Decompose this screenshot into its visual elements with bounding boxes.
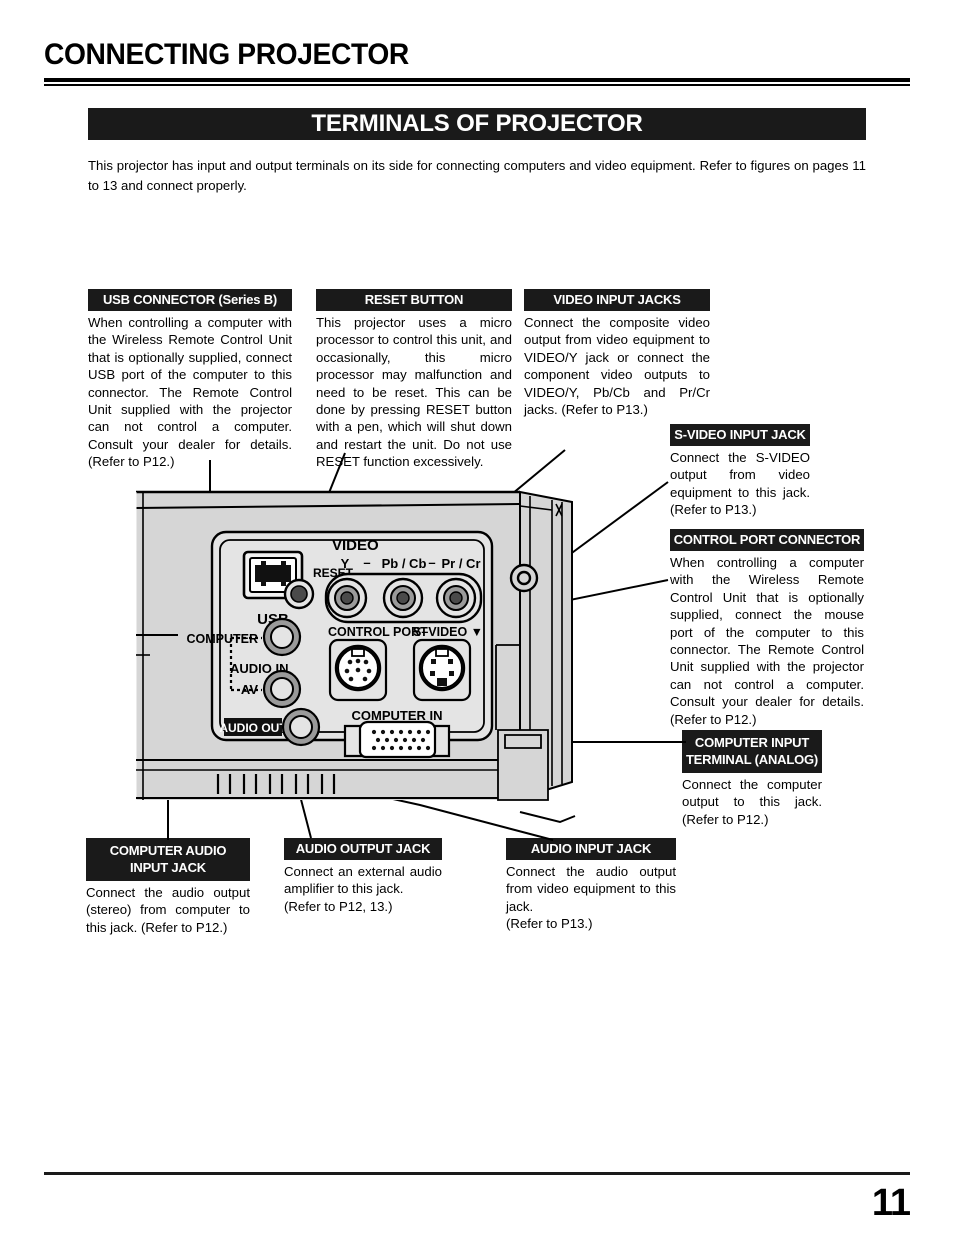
diagram-label-video-y: Y: [341, 556, 350, 571]
callout-video-input-body: Connect the composite video output from …: [524, 315, 710, 418]
adjuster-screw-icon: [509, 563, 539, 593]
page-title: CONNECTING PROJECTOR: [44, 38, 409, 71]
callout-audio-input-body2: (Refer to P13.): [506, 916, 593, 932]
video-jack-pbcb[interactable]: [382, 577, 424, 619]
projector-diagram-svg: USB RESET VIDEO Y – Pb / Cb – Pr / Cr CO…: [135, 449, 686, 841]
body-foot-tab: [504, 734, 542, 749]
av-audio-input-jack[interactable]: [262, 669, 302, 709]
diagram-label-video-dash1: –: [363, 555, 370, 570]
callout-usb-title: USB CONNECTOR (Series B): [88, 289, 292, 311]
footer-rule: [44, 1172, 910, 1175]
diagram-label-video-dash2: –: [428, 555, 435, 570]
diagram-label-video-pbcb: Pb / Cb: [382, 556, 427, 571]
diagram-label-computer-in: COMPUTER IN: [352, 708, 443, 723]
page-number: 11: [871, 1182, 911, 1224]
computer-input-terminal-dsub[interactable]: [343, 720, 451, 759]
title-rule-thin: [44, 84, 910, 86]
callout-audio-input-body: Connect the audio output from video equi…: [506, 864, 676, 914]
diagram-label-video-prcr: Pr / Cr: [441, 556, 480, 571]
diagram-label-svideo: S–VIDEO ▼: [413, 625, 483, 639]
callout-video-input-jacks: VIDEO INPUT JACKS Connect the composite …: [524, 289, 710, 418]
callout-computer-audio-title-line2: INPUT JACK: [129, 860, 206, 875]
callout-video-input-title: VIDEO INPUT JACKS: [524, 289, 710, 311]
video-jack-y[interactable]: [326, 577, 368, 619]
video-jack-prcr[interactable]: [435, 577, 477, 619]
section-title-bar: TERMINALS OF PROJECTOR: [88, 108, 866, 140]
title-rule-thick: [44, 78, 910, 82]
diagram-label-audio-out: AUDIO OUT: [219, 721, 287, 735]
callout-reset-title: RESET BUTTON: [316, 289, 512, 311]
diagram-label-computer: COMPUTER: [186, 632, 258, 646]
audio-out-label-box: AUDIO OUT: [219, 718, 287, 736]
projector-terminal-diagram: USB RESET VIDEO Y – Pb / Cb – Pr / Cr CO…: [0, 430, 954, 860]
intro-paragraph: This projector has input and output term…: [88, 158, 866, 193]
audio-output-jack[interactable]: [281, 707, 321, 747]
callout-computer-audio-body: Connect the audio output (stereo) from c…: [86, 885, 250, 935]
svideo-input-jack[interactable]: [412, 638, 472, 702]
callout-audio-output-body: Connect an external audio amplifier to t…: [284, 864, 442, 897]
reset-button[interactable]: [283, 578, 315, 610]
section-title-label: TERMINALS OF PROJECTOR: [311, 110, 643, 137]
diagram-label-video: VIDEO: [332, 537, 379, 554]
control-port-connector-jack[interactable]: [328, 638, 388, 702]
callout-audio-output-body2: (Refer to P12, 13.): [284, 898, 393, 914]
computer-audio-input-jack[interactable]: [262, 617, 302, 657]
body-bottom-foot: [519, 811, 576, 824]
